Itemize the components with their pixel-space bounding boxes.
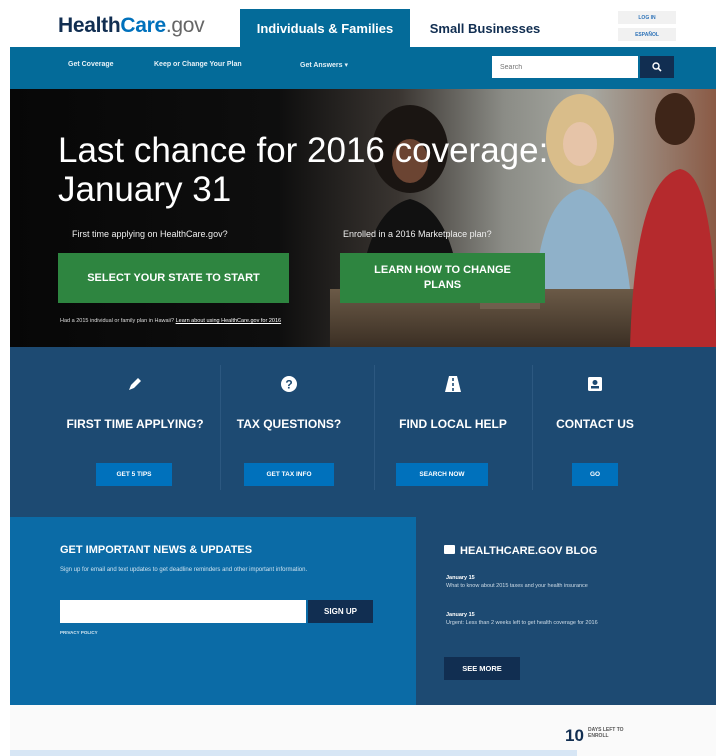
news-signup-panel: GET IMPORTANT NEWS & UPDATES Sign up for… (10, 517, 416, 705)
svg-text:?: ? (285, 378, 292, 392)
blog-title: HEALTHCARE.GOV BLOG (460, 545, 598, 557)
page: HealthCare.gov Individuals & Families Sm… (10, 0, 716, 756)
email-field[interactable] (60, 600, 306, 623)
quick-link-title: FIND LOCAL HELP (399, 417, 507, 431)
quick-link-tax: ? TAX QUESTIONS? GET TAX INFO (210, 347, 368, 492)
blog-post-link[interactable]: Urgent: Less than 2 weeks left to get he… (446, 620, 686, 627)
search-input[interactable] (492, 56, 638, 78)
select-state-button[interactable]: SELECT YOUR STATE TO START (58, 253, 289, 303)
blog-post-date: January 15 (446, 612, 475, 618)
hero-banner: Last chance for 2016 coverage: January 3… (10, 89, 716, 347)
quick-link-contact: CONTACT US GO (516, 347, 674, 492)
days-left-label: DAYS LEFT TO ENROLL (588, 727, 624, 739)
logo-health: Health (58, 14, 121, 37)
quick-link-title: CONTACT US (556, 417, 634, 431)
espanol-link[interactable]: ESPAÑOL (618, 28, 676, 41)
sign-up-button[interactable]: SIGN UP (308, 600, 373, 623)
quick-links-panel: FIRST TIME APPLYING? GET 5 TIPS ? TAX QU… (10, 347, 716, 517)
search-now-button[interactable]: SEARCH NOW (396, 463, 488, 486)
healthcare-gov-logo[interactable]: HealthCare.gov (58, 14, 205, 38)
see-more-button[interactable]: SEE MORE (444, 657, 520, 680)
pencil-icon (56, 375, 214, 397)
enrolled-label: Enrolled in a 2016 Marketplace plan? (343, 229, 492, 239)
nav-get-answers[interactable]: Get Answers ▾ (300, 61, 348, 69)
question-icon: ? (210, 375, 368, 397)
tab-small-businesses[interactable]: Small Businesses (410, 9, 560, 47)
speech-bubble-icon (444, 545, 455, 554)
contact-go-button[interactable]: GO (572, 463, 618, 486)
nav-get-coverage[interactable]: Get Coverage (68, 61, 114, 68)
blog-post-date: January 15 (446, 575, 475, 581)
get-tips-button[interactable]: GET 5 TIPS (96, 463, 172, 486)
news-title: GET IMPORTANT NEWS & UPDATES (60, 544, 253, 556)
login-link[interactable]: LOG IN (618, 11, 676, 24)
nav-keep-change-plan[interactable]: Keep or Change Your Plan (154, 61, 242, 68)
blog-post-link[interactable]: What to know about 2015 taxes and your h… (446, 583, 686, 590)
tab-individuals-families[interactable]: Individuals & Families (240, 9, 410, 47)
get-tax-info-button[interactable]: GET TAX INFO (244, 463, 334, 486)
quick-link-first-time: FIRST TIME APPLYING? GET 5 TIPS (56, 347, 214, 492)
change-plans-button[interactable]: LEARN HOW TO CHANGE PLANS (340, 253, 545, 303)
logo-gov: .gov (165, 14, 205, 37)
quick-link-title: FIRST TIME APPLYING? (66, 417, 204, 431)
quick-link-title: TAX QUESTIONS? (236, 417, 342, 431)
contact-card-icon (516, 375, 674, 397)
road-icon (374, 375, 532, 397)
top-header: HealthCare.gov Individuals & Families Sm… (10, 0, 716, 47)
news-description: Sign up for email and text updates to ge… (60, 567, 308, 573)
search-icon (652, 62, 662, 72)
hero-photo (330, 93, 716, 347)
quick-link-local-help: FIND LOCAL HELP SEARCH NOW (374, 347, 532, 492)
privacy-policy-link[interactable]: PRIVACY POLICY (60, 630, 98, 635)
blog-panel: HEALTHCARE.GOV BLOG January 15 What to k… (416, 517, 716, 705)
footer-bar (10, 750, 577, 756)
hawaii-text: Had a 2015 individual or family plan in … (60, 318, 175, 324)
days-left-count: 10 (565, 726, 584, 745)
hawaii-link[interactable]: Learn about using HealthCare.gov for 201… (176, 318, 282, 324)
first-time-label: First time applying on HealthCare.gov? (72, 229, 228, 239)
hero-headline: Last chance for 2016 coverage: January 3… (58, 131, 549, 209)
main-nav: Get Coverage Keep or Change Your Plan Ge… (10, 47, 716, 89)
search-button[interactable] (640, 56, 674, 78)
hawaii-notice: Had a 2015 individual or family plan in … (60, 318, 281, 324)
logo-care: Care (120, 14, 166, 37)
countdown-strip: 10 DAYS LEFT TO ENROLL (10, 705, 716, 756)
